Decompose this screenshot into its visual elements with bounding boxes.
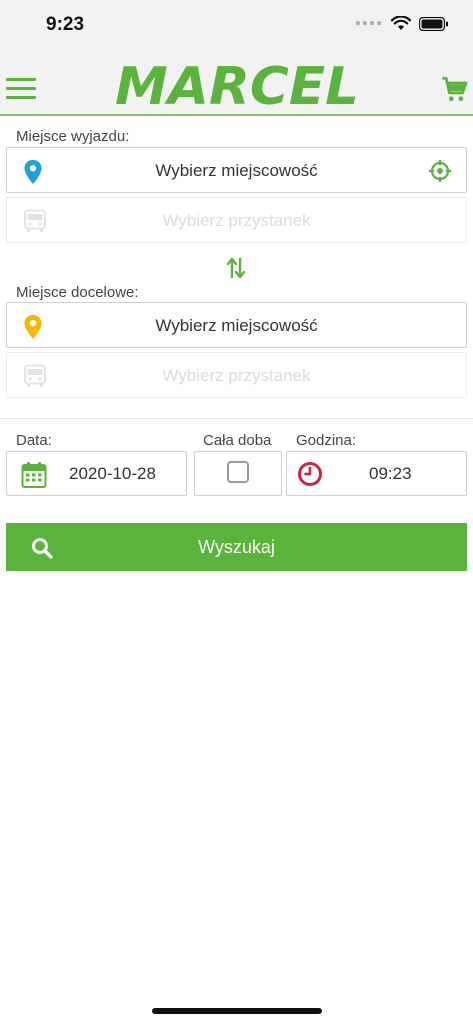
departure-stop-field: Wybierz przystanek	[6, 197, 467, 243]
all-day-label: Cała doba	[203, 432, 272, 449]
bus-icon	[23, 209, 47, 238]
marcel-logo: MARCEL	[115, 57, 359, 117]
search-button[interactable]: Wyszukaj	[6, 523, 467, 571]
all-day-checkbox[interactable]	[227, 461, 249, 483]
logo-text: MARCEL	[115, 57, 359, 114]
departure-stop-placeholder: Wybierz przystanek	[162, 211, 311, 230]
map-pin-icon	[23, 314, 43, 345]
date-field[interactable]: 2020-10-28	[6, 451, 187, 496]
destination-label: Miejsce docelowe:	[16, 284, 139, 301]
logo: MARCEL	[0, 54, 473, 119]
time-field[interactable]: 09:23	[286, 451, 467, 496]
app-header: MARCEL	[0, 50, 473, 119]
locate-crosshair-icon[interactable]	[428, 159, 452, 188]
clock-icon	[297, 461, 323, 492]
departure-city-field[interactable]: Wybierz miejscowość	[6, 147, 467, 193]
divider	[0, 418, 473, 419]
time-value: 09:23	[369, 464, 412, 483]
date-value: 2020-10-28	[69, 464, 156, 483]
destination-stop-field: Wybierz przystanek	[6, 352, 467, 398]
destination-city-field[interactable]: Wybierz miejscowość	[6, 302, 467, 348]
wifi-icon	[391, 16, 411, 30]
map-pin-icon	[23, 159, 43, 190]
bus-icon	[23, 364, 47, 393]
cart-icon[interactable]	[441, 76, 469, 109]
calendar-icon	[21, 461, 47, 494]
search-button-label: Wyszukaj	[198, 537, 275, 557]
signal-icon: ●●●●	[354, 18, 383, 29]
destination-city-placeholder: Wybierz miejscowość	[155, 316, 318, 335]
status-time: 9:23	[46, 14, 85, 35]
departure-label: Miejsce wyjazdu:	[16, 128, 130, 145]
time-label: Godzina:	[296, 432, 357, 449]
departure-city-placeholder: Wybierz miejscowość	[155, 161, 318, 180]
status-bar: 9:23 ●●●●	[0, 0, 473, 50]
date-label: Data:	[16, 432, 52, 449]
home-indicator[interactable]	[152, 1008, 322, 1014]
destination-stop-placeholder: Wybierz przystanek	[162, 366, 311, 385]
status-icons: ●●●●	[355, 16, 449, 31]
swap-direction-icon[interactable]	[226, 256, 246, 285]
battery-icon	[419, 16, 448, 31]
